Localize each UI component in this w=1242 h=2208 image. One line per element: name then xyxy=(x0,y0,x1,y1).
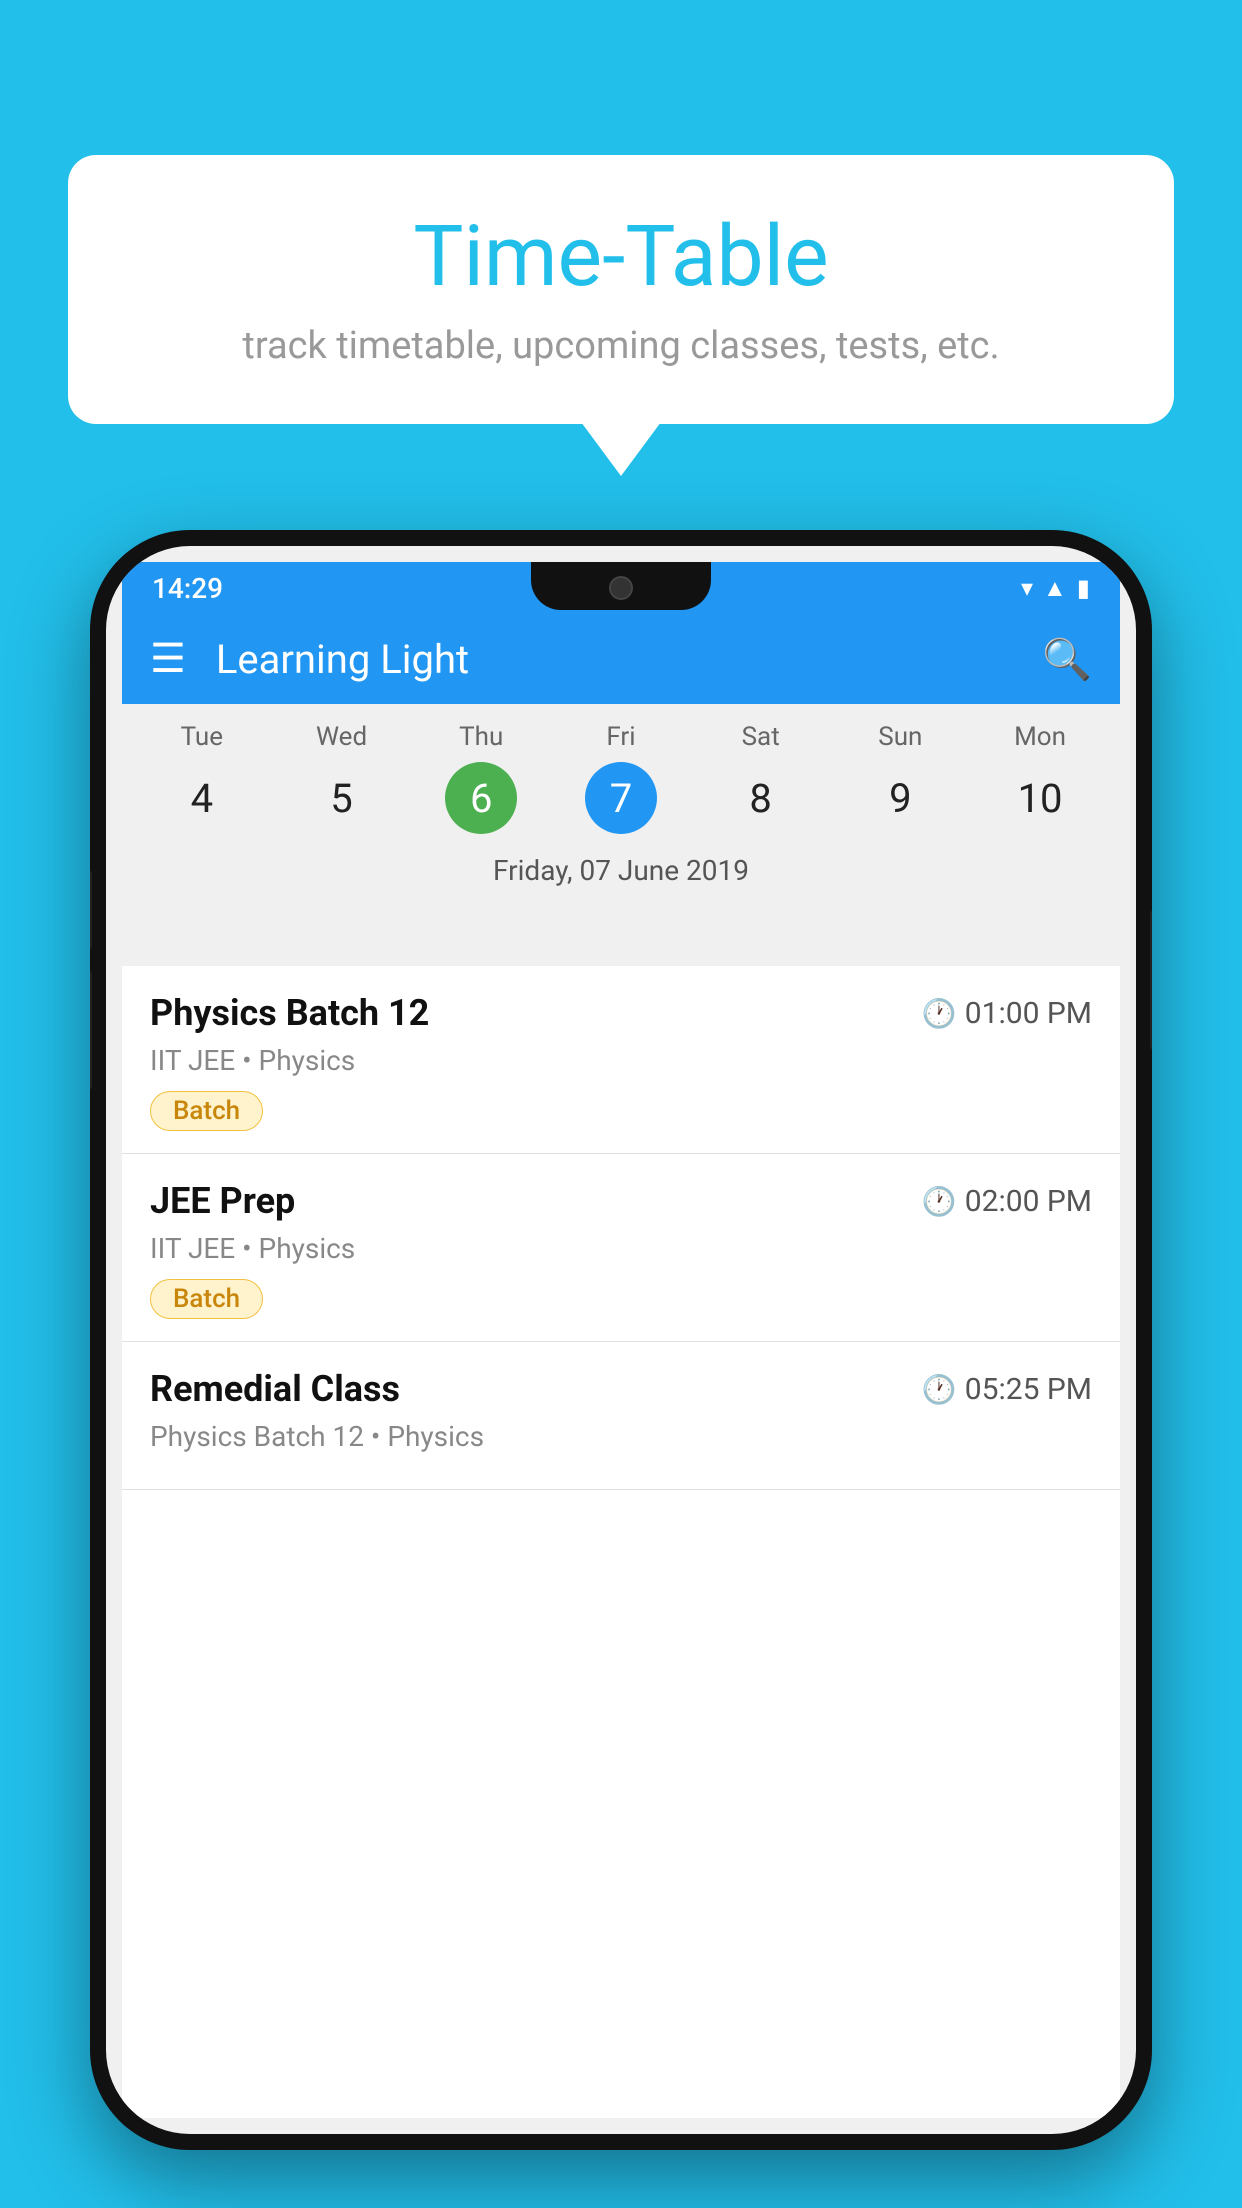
day-cell[interactable]: Mon 10 xyxy=(980,722,1100,834)
bubble-title: Time-Table xyxy=(128,207,1114,306)
batch-badge: Batch xyxy=(150,1091,263,1131)
selected-date-label: Friday, 07 June 2019 xyxy=(132,846,1110,901)
day-number[interactable]: 8 xyxy=(725,762,797,834)
bubble-subtitle: track timetable, upcoming classes, tests… xyxy=(128,324,1114,368)
schedule-item[interactable]: Remedial Class 🕐 05:25 PM Physics Batch … xyxy=(122,1342,1120,1490)
day-cell[interactable]: Sat 8 xyxy=(701,722,821,834)
status-icons: ▾ ▲ ▮ xyxy=(1021,574,1090,603)
batch-badge: Batch xyxy=(150,1279,263,1319)
wifi-icon: ▾ xyxy=(1021,574,1033,602)
signal-icon: ▲ xyxy=(1043,574,1067,603)
day-name: Tue xyxy=(181,722,223,752)
day-name: Fri xyxy=(606,722,635,752)
schedule-item-subtitle: Physics Batch 12 • Physics xyxy=(150,1420,1092,1453)
schedule-item-title: JEE Prep xyxy=(150,1180,295,1222)
status-time: 14:29 xyxy=(152,572,223,605)
phone-notch xyxy=(531,562,711,610)
schedule-item-header: Remedial Class 🕐 05:25 PM xyxy=(150,1368,1092,1410)
day-number[interactable]: 9 xyxy=(864,762,936,834)
schedule-list: Physics Batch 12 🕐 01:00 PM IIT JEE • Ph… xyxy=(122,966,1120,2118)
phone-screen: 14:29 ▾ ▲ ▮ ☰ Learning Light 🔍 Tue4Wed5T… xyxy=(106,546,1136,2134)
day-number[interactable]: 7 xyxy=(585,762,657,834)
power-button xyxy=(1150,910,1152,1050)
hamburger-icon[interactable]: ☰ xyxy=(150,639,186,679)
day-cell[interactable]: Wed 5 xyxy=(282,722,402,834)
clock-icon: 🕐 xyxy=(922,1373,957,1406)
calendar-strip: Tue 4 Wed 5 Thu 6 Fri 7 Sat 8 Sun 9 Mon 10 Friday, 07… xyxy=(122,704,1120,911)
schedule-item-header: Physics Batch 12 🕐 01:00 PM xyxy=(150,992,1092,1034)
day-cell[interactable]: Tue 4 xyxy=(142,722,262,834)
day-number[interactable]: 6 xyxy=(445,762,517,834)
day-name: Sun xyxy=(878,722,922,752)
app-bar: ☰ Learning Light 🔍 xyxy=(122,614,1120,704)
schedule-item-header: JEE Prep 🕐 02:00 PM xyxy=(150,1180,1092,1222)
day-name: Sat xyxy=(742,722,780,752)
day-number[interactable]: 10 xyxy=(1004,762,1076,834)
volume-down-button xyxy=(90,970,92,1090)
app-title: Learning Light xyxy=(216,636,1042,683)
day-name: Wed xyxy=(316,722,367,752)
volume-up-button xyxy=(90,870,92,950)
schedule-item-title: Physics Batch 12 xyxy=(150,992,429,1034)
day-name: Mon xyxy=(1014,722,1066,752)
phone-mockup: 14:29 ▾ ▲ ▮ ☰ Learning Light 🔍 Tue4Wed5T… xyxy=(90,530,1152,2150)
schedule-item-subtitle: IIT JEE • Physics xyxy=(150,1044,1092,1077)
clock-icon: 🕐 xyxy=(922,997,957,1030)
day-number[interactable]: 5 xyxy=(306,762,378,834)
search-icon[interactable]: 🔍 xyxy=(1042,636,1092,683)
clock-icon: 🕐 xyxy=(922,1185,957,1218)
day-number[interactable]: 4 xyxy=(166,762,238,834)
schedule-item-time: 🕐 05:25 PM xyxy=(922,1372,1092,1407)
day-row: Tue 4 Wed 5 Thu 6 Fri 7 Sat 8 Sun 9 Mon 10 xyxy=(132,722,1110,834)
phone-camera xyxy=(609,576,633,600)
battery-icon: ▮ xyxy=(1077,574,1090,602)
schedule-item-time: 🕐 01:00 PM xyxy=(922,996,1092,1031)
speech-bubble: Time-Table track timetable, upcoming cla… xyxy=(68,155,1174,424)
schedule-item[interactable]: Physics Batch 12 🕐 01:00 PM IIT JEE • Ph… xyxy=(122,966,1120,1154)
schedule-item-title: Remedial Class xyxy=(150,1368,400,1410)
schedule-item-time: 🕐 02:00 PM xyxy=(922,1184,1092,1219)
day-name: Thu xyxy=(459,722,503,752)
day-cell[interactable]: Sun 9 xyxy=(840,722,960,834)
schedule-item-subtitle: IIT JEE • Physics xyxy=(150,1232,1092,1265)
schedule-item[interactable]: JEE Prep 🕐 02:00 PM IIT JEE • Physics Ba… xyxy=(122,1154,1120,1342)
day-cell[interactable]: Fri 7 xyxy=(561,722,681,834)
day-cell[interactable]: Thu 6 xyxy=(421,722,541,834)
